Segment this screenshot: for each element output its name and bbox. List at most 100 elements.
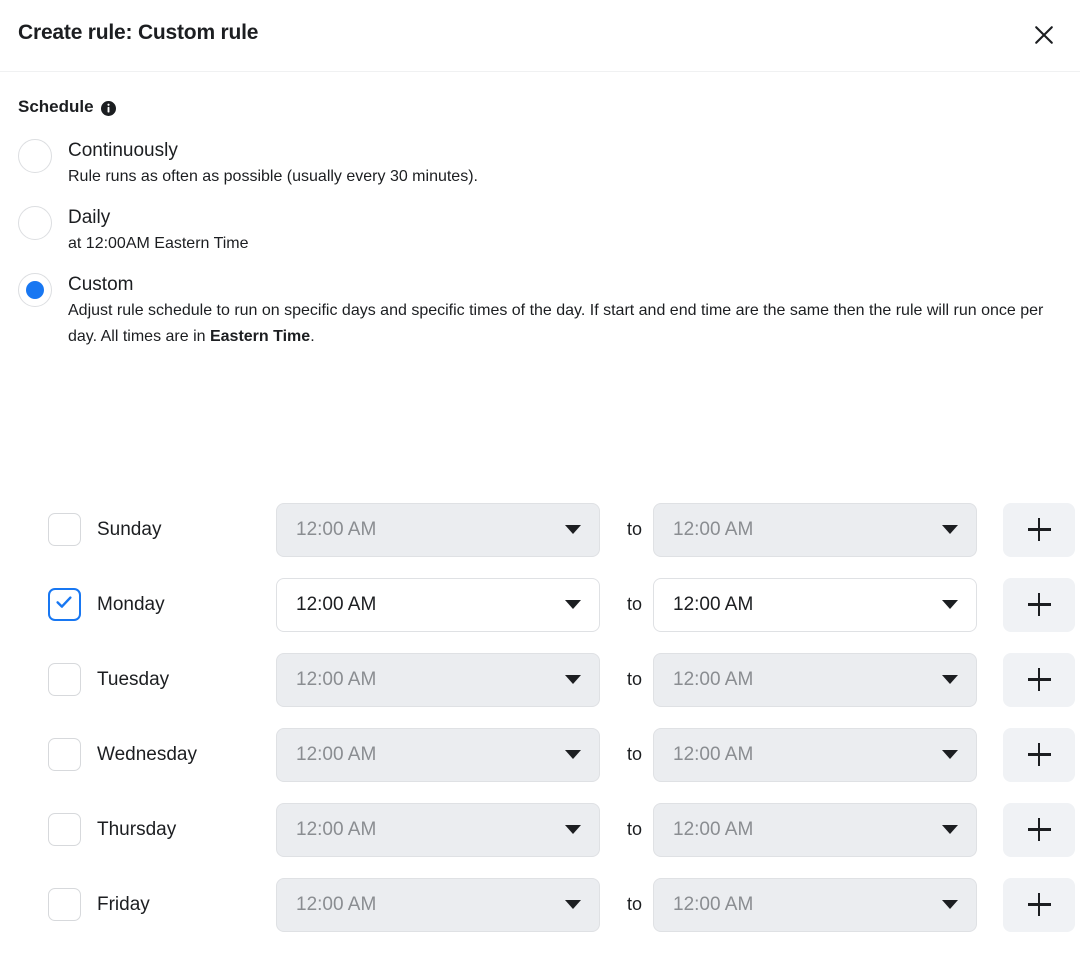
close-icon [1033,24,1055,49]
page-title: Create rule: Custom rule [18,21,258,45]
radio-label-daily: Daily [68,205,249,231]
radio-description-daily: at 12:00AM Eastern Time [68,231,249,257]
plus-icon [1028,818,1051,841]
day-row: Tuesday 12:00 AM to 12:00 AM [0,642,1080,717]
radio-texts: Continuously Rule runs as often as possi… [68,137,478,190]
end-time-value: 12:00 AM [673,519,942,541]
add-time-range-button-monday[interactable] [1003,578,1075,632]
chevron-down-icon [565,825,581,834]
radio-texts: Custom Adjust rule schedule to run on sp… [68,271,1062,350]
schedule-section-label: Schedule [18,97,116,117]
add-time-range-button-thursday[interactable] [1003,803,1075,857]
day-row: Friday12:00 AMto12:00 AM [0,867,1080,942]
start-time-select-tuesday[interactable]: 12:00 AM [276,653,600,707]
radio-texts: Daily at 12:00AM Eastern Time [68,204,249,257]
radio-dot [26,214,44,232]
plus-icon [1028,893,1051,916]
day-row: Monday 12:00 AM to 12:00 AM [0,567,1080,642]
day-label: Tuesday [97,669,169,691]
end-time-select-tuesday[interactable]: 12:00 AM [653,653,977,707]
start-time-value: 12:00 AM [296,594,565,616]
plus-icon [1028,668,1051,691]
chevron-down-icon [942,525,958,534]
checkbox-box [48,888,81,921]
start-time-select-sunday[interactable]: 12:00 AM [276,503,600,557]
day-checkbox-sunday[interactable] [46,512,82,548]
end-time-select-thursday[interactable]: 12:00 AM [653,803,977,857]
end-time-select-sunday[interactable]: 12:00 AM [653,503,977,557]
day-label: Monday [97,594,165,616]
radio-description-continuously: Rule runs as often as possible (usually … [68,164,478,190]
end-time-select-friday[interactable]: 12:00 AM [653,878,977,932]
to-label: to [616,819,653,840]
day-checkbox-monday[interactable] [46,587,82,623]
start-time-select-thursday[interactable]: 12:00 AM [276,803,600,857]
to-label: to [616,744,653,765]
radio-custom[interactable] [18,273,52,307]
start-time-select-wednesday[interactable]: 12:00 AM [276,728,600,782]
chevron-down-icon [565,900,581,909]
end-time-select-monday[interactable]: 12:00 AM [653,578,977,632]
schedule-label-text: Schedule [18,97,94,117]
to-label: to [616,669,653,690]
add-time-range-button-sunday[interactable] [1003,503,1075,557]
radio-label-continuously: Continuously [68,138,478,164]
end-time-value: 12:00 AM [673,744,942,766]
radio-description-custom: Adjust rule schedule to run on specific … [68,298,1062,350]
checkbox-box [48,813,81,846]
day-row: Thursday 12:00 AM to 12:00 AM [0,792,1080,867]
radio-option-daily[interactable]: Daily at 12:00AM Eastern Time [0,204,1080,257]
add-time-range-button-friday[interactable] [1003,878,1075,932]
plus-icon [1028,518,1051,541]
radio-label-custom: Custom [68,272,1062,298]
chevron-down-icon [942,675,958,684]
create-rule-dialog: Create rule: Custom rule Schedule [0,0,1080,953]
to-label: to [616,519,653,540]
day-checkbox-wednesday[interactable] [46,737,82,773]
radio-daily[interactable] [18,206,52,240]
chevron-down-icon [565,750,581,759]
day-checkbox-friday[interactable] [46,887,82,923]
day-row: Sunday12:00 AMto12:00 AM [0,492,1080,567]
checkbox-box [48,513,81,546]
end-time-value: 12:00 AM [673,594,942,616]
chevron-down-icon [942,825,958,834]
end-time-value: 12:00 AM [673,669,942,691]
custom-desc-part2: . [310,328,314,345]
day-checkbox-thursday[interactable] [46,812,82,848]
end-time-value: 12:00 AM [673,819,942,841]
start-time-select-friday[interactable]: 12:00 AM [276,878,600,932]
start-time-select-monday[interactable]: 12:00 AM [276,578,600,632]
end-time-select-wednesday[interactable]: 12:00 AM [653,728,977,782]
plus-icon [1028,593,1051,616]
plus-icon [1028,743,1051,766]
custom-desc-timezone: Eastern Time [210,328,310,345]
checkbox-box [48,738,81,771]
start-time-value: 12:00 AM [296,819,565,841]
to-label: to [616,594,653,615]
dialog-header: Create rule: Custom rule [0,0,1080,72]
day-row: Wednesday 12:00 AM to 12:00 AM [0,717,1080,792]
chevron-down-icon [942,750,958,759]
close-button[interactable] [1024,16,1064,56]
day-row: Saturday12:00 AMto12:00 AM [0,942,1080,953]
to-label: to [616,894,653,915]
day-checkbox-tuesday[interactable] [46,662,82,698]
start-time-value: 12:00 AM [296,894,565,916]
radio-option-continuously[interactable]: Continuously Rule runs as often as possi… [0,137,1080,190]
info-icon[interactable] [101,101,116,116]
schedule-radio-group: Continuously Rule runs as often as possi… [0,137,1080,364]
add-time-range-button-tuesday[interactable] [1003,653,1075,707]
chevron-down-icon [942,900,958,909]
checkbox-box [48,588,81,621]
chevron-down-icon [565,600,581,609]
radio-continuously[interactable] [18,139,52,173]
start-time-value: 12:00 AM [296,744,565,766]
radio-dot-selected [26,281,44,299]
start-time-value: 12:00 AM [296,669,565,691]
day-label: Wednesday [97,744,197,766]
end-time-value: 12:00 AM [673,894,942,916]
day-label: Thursday [97,819,176,841]
add-time-range-button-wednesday[interactable] [1003,728,1075,782]
radio-option-custom[interactable]: Custom Adjust rule schedule to run on sp… [0,271,1080,350]
